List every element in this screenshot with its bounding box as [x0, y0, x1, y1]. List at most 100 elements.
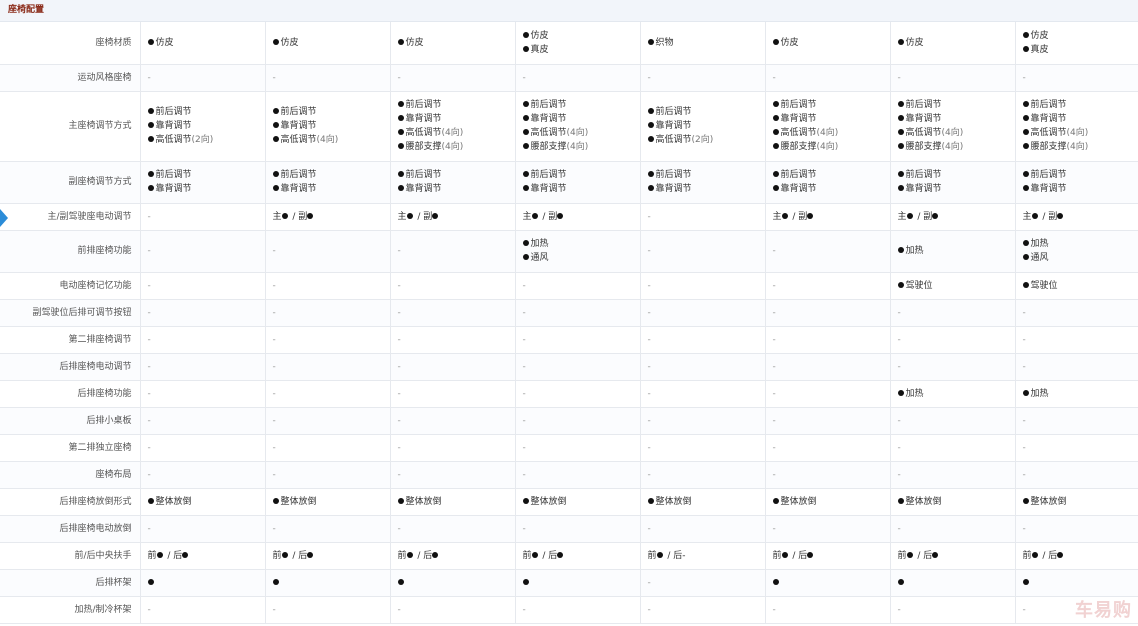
spec-row: 主/副驾驶座电动调节 - 主 / 副主 / 副主 / 副-主 / 副主 / 副主 /… — [0, 203, 1138, 231]
bullet-dot-icon — [647, 38, 654, 45]
spec-cell: - — [765, 434, 891, 462]
spec-cell: 整体放倒 — [1015, 488, 1138, 516]
spec-value: 仿皮 — [522, 29, 633, 43]
spec-cell: - — [140, 203, 266, 231]
empty-value: - — [522, 361, 526, 372]
bullet-dot-icon — [647, 171, 654, 177]
bullet-dot-icon — [522, 171, 529, 177]
spec-cell — [1015, 569, 1138, 597]
empty-value: - — [1022, 307, 1026, 318]
spec-value: 驾驶位 — [897, 279, 1008, 293]
spec-cell: - — [890, 515, 1016, 543]
empty-value: - — [272, 604, 276, 615]
spec-cell: - — [140, 230, 266, 273]
spec-cell: - — [140, 380, 266, 408]
spec-cell: 前 / 后- — [640, 542, 766, 570]
spec-value: 高低调节(2向) — [647, 133, 758, 147]
empty-value: - — [272, 523, 276, 534]
spec-value: 前 / 后 — [1023, 549, 1133, 563]
empty-value: - — [522, 415, 526, 426]
spec-cell: - — [765, 461, 891, 489]
bullet-dot-icon — [906, 212, 913, 219]
spec-row: 后排座椅功能 - - - - - - 加热 加热 — [0, 380, 1138, 408]
empty-value: - — [397, 307, 401, 318]
spec-table: 座椅材质 仿皮 仿皮 仿皮 仿皮 真皮 织物 仿皮 仿皮 仿皮 真皮 运动风格座椅 - - - - - - - - 主座… — [0, 22, 1138, 624]
spec-cell: - — [515, 596, 641, 624]
empty-value: - — [147, 388, 151, 399]
spec-value: 靠背调节 — [397, 112, 508, 126]
empty-value: - — [772, 469, 776, 480]
spec-cell: - — [640, 569, 766, 597]
brand-watermark: 车易购 — [1075, 600, 1132, 621]
spec-cell: - — [640, 434, 766, 462]
spec-row-label: 后排座椅放倒形式 — [0, 488, 141, 516]
bullet-dot-icon — [897, 389, 904, 396]
bullet-dot-icon — [772, 578, 779, 585]
spec-row: 后排座椅电动调节 - - - - - - - - — [0, 353, 1138, 381]
bullet-dot-icon — [557, 212, 564, 219]
spec-value: 前后调节 — [522, 98, 633, 112]
spec-cell: - — [140, 326, 266, 354]
bullet-dot-icon — [522, 254, 529, 260]
spec-row-label: 主座椅调节方式 — [0, 91, 141, 162]
bullet-dot-icon — [1022, 45, 1029, 52]
spec-cell: - — [765, 230, 891, 273]
empty-value: - — [1022, 415, 1026, 426]
bullet-dot-icon — [897, 115, 904, 121]
bullet-dot-icon — [147, 136, 154, 142]
spec-row-label: 第二排独立座椅 — [0, 434, 141, 462]
spec-cell: - — [640, 230, 766, 273]
spec-value: 前后调节 — [522, 168, 633, 182]
empty-value: - — [147, 361, 151, 372]
section-title: 座椅配置 — [8, 5, 45, 15]
spec-cell: 前后调节 靠背调节 — [265, 161, 391, 204]
empty-value: - — [397, 604, 401, 615]
spec-value: 仿皮 — [772, 36, 883, 50]
spec-cell: 加热 — [890, 230, 1016, 273]
spec-cell: 仿皮 真皮 — [1015, 22, 1138, 65]
spec-row: 座椅布局 - - - - - - - - — [0, 461, 1138, 489]
bullet-dot-icon — [807, 212, 814, 219]
spec-value: 高低调节(4向) — [1022, 126, 1133, 140]
spec-value: 前后调节 — [397, 168, 508, 182]
spec-row: 后排小桌板 - - - - - - - - — [0, 407, 1138, 435]
spec-cell: - — [265, 380, 391, 408]
bullet-dot-icon — [397, 143, 404, 149]
spec-row: 主座椅调节方式 前后调节 靠背调节 高低调节(2向) 前后调节 靠背调节 高低调节(4向) 前… — [0, 91, 1138, 162]
spec-value — [397, 576, 508, 590]
spec-cell: - — [640, 596, 766, 624]
spec-value: 通风 — [1022, 251, 1133, 265]
bullet-dot-icon — [1022, 254, 1029, 260]
empty-value: - — [272, 307, 276, 318]
bullet-dot-icon — [182, 551, 189, 558]
bullet-dot-icon — [772, 101, 779, 107]
bullet-dot-icon — [1022, 129, 1029, 135]
empty-value: - — [272, 246, 276, 256]
empty-value: - — [147, 442, 151, 453]
spec-value: 高低调节(4向) — [772, 126, 883, 140]
spec-cell: - — [890, 326, 1016, 354]
spec-value: 仿皮 — [1022, 29, 1133, 43]
bullet-dot-icon — [897, 129, 904, 135]
empty-value: - — [647, 388, 651, 399]
bullet-dot-icon — [1022, 578, 1029, 585]
spec-value: 前 / 后 — [898, 549, 1008, 563]
spec-cell: 前后调节 靠背调节 — [390, 161, 516, 204]
bullet-dot-icon — [656, 551, 663, 558]
spec-value: 真皮 — [522, 43, 633, 57]
empty-value: - — [147, 280, 151, 291]
bullet-dot-icon — [772, 115, 779, 121]
spec-value: 前后调节 — [272, 105, 383, 119]
bullet-dot-icon — [522, 240, 529, 246]
spec-row-label: 副座椅调节方式 — [0, 161, 141, 204]
spec-cell: - — [890, 461, 1016, 489]
spec-value: 靠背调节 — [1022, 112, 1133, 126]
empty-value: - — [647, 361, 651, 372]
empty-value: - — [647, 334, 651, 345]
bullet-dot-icon — [897, 143, 904, 149]
spec-cell: - — [640, 353, 766, 381]
empty-value: - — [647, 442, 651, 453]
spec-cell: - — [765, 596, 891, 624]
empty-value: - — [772, 523, 776, 534]
spec-cell: - — [390, 326, 516, 354]
